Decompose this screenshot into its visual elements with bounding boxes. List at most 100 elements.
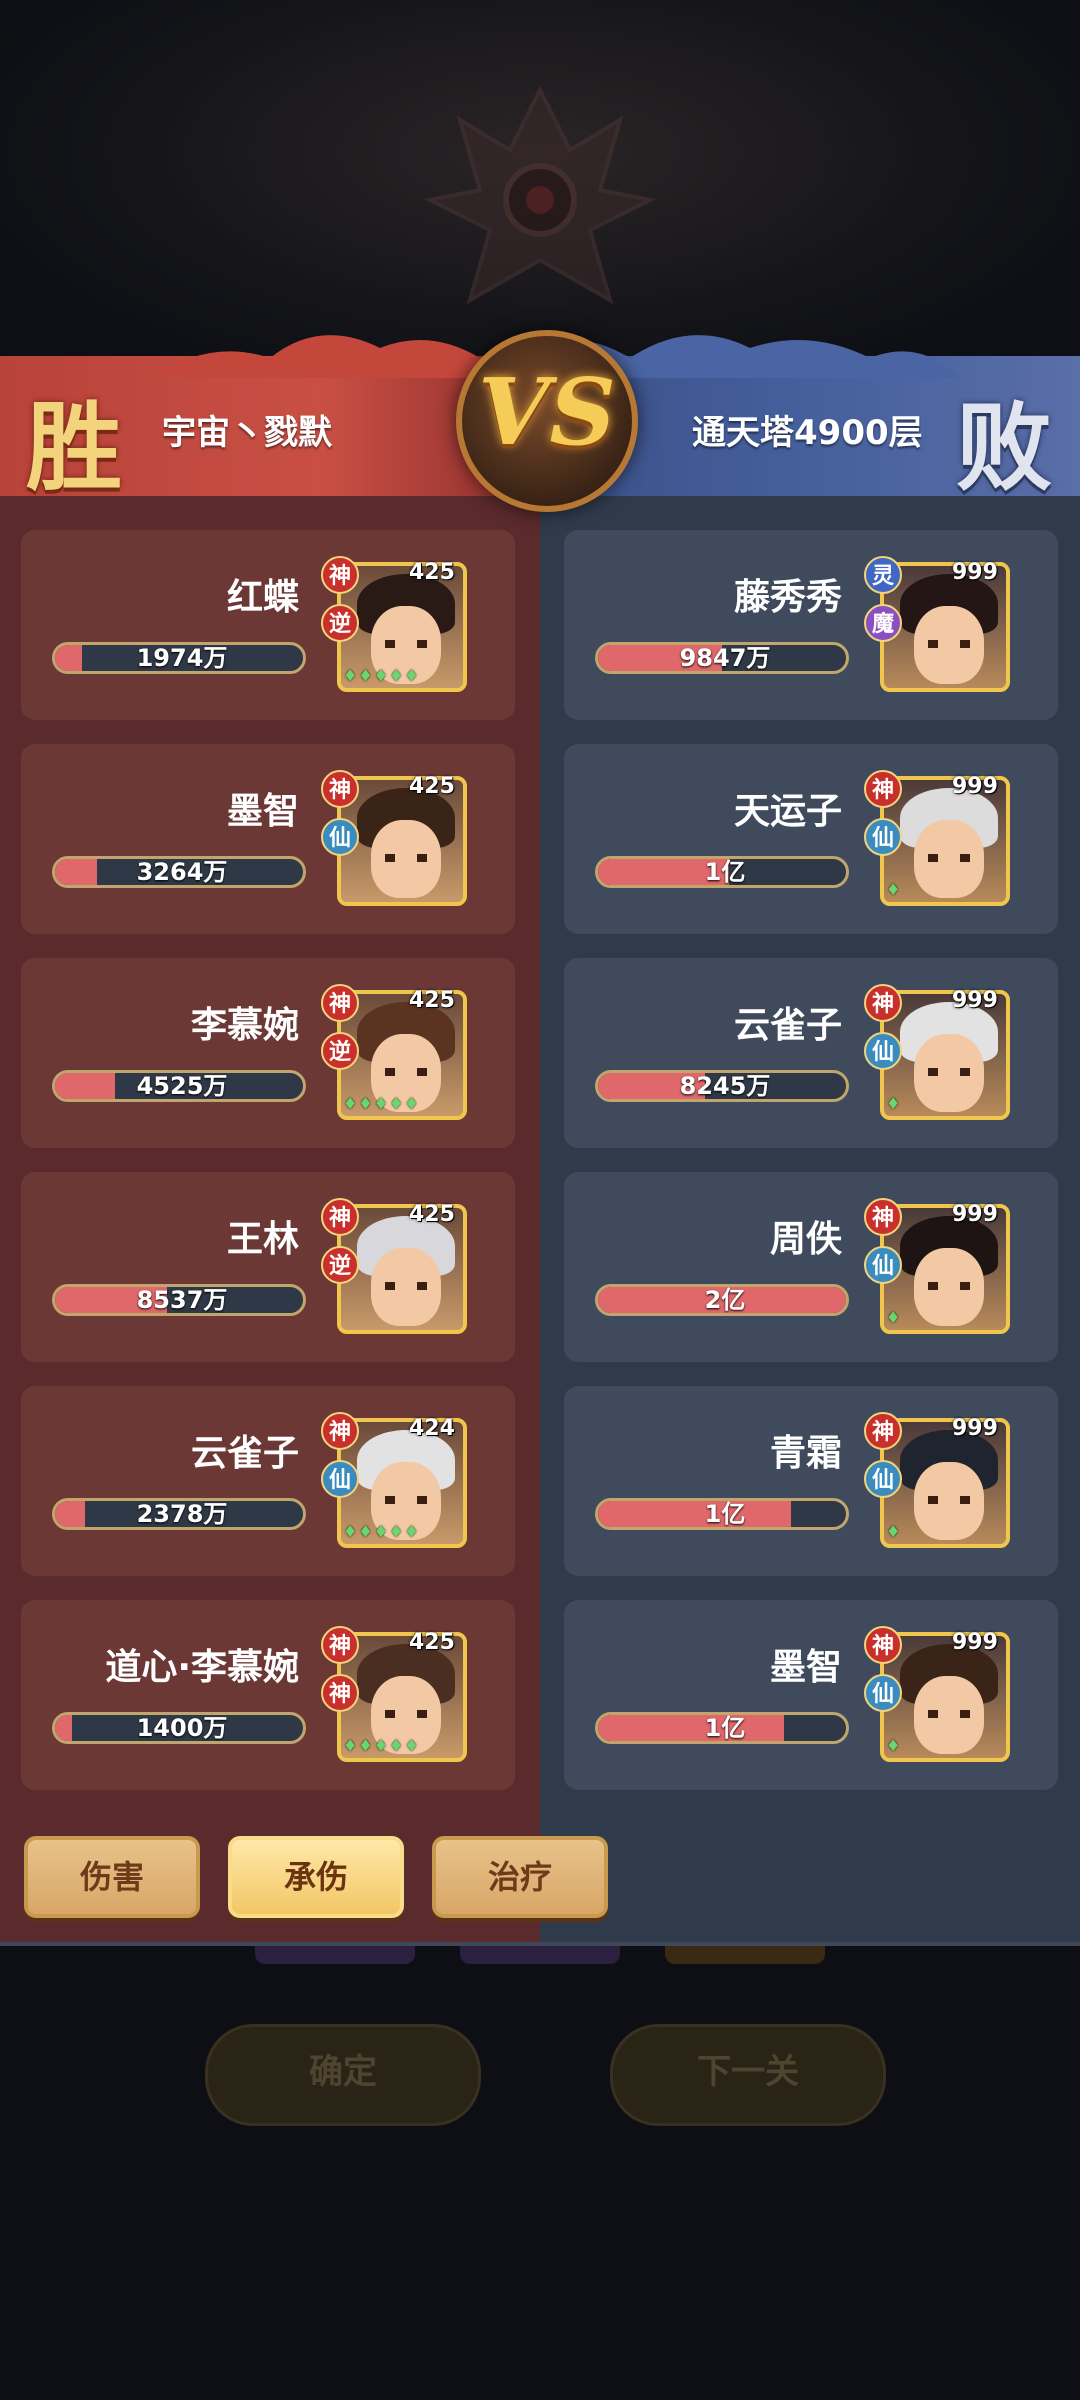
damage-taken-bar: 4525万 [52,1070,306,1102]
star-rating: ♦ [886,880,902,899]
star-rating: ♦ [886,1522,902,1541]
confirm-button[interactable]: 确定 [205,2024,481,2126]
damage-taken-value: 1400万 [136,1714,228,1742]
panel-divider [0,1942,1080,1946]
hero-eyes [385,1496,427,1504]
winner-hero-card: 王林 8537万 神逆 425 [21,1172,515,1362]
damage-taken-bar: 1400万 [52,1712,306,1744]
damage-taken-value: 2亿 [704,1286,746,1314]
hero-name: 周佚 [769,1219,842,1260]
damage-taken-bar: 9847万 [595,642,849,674]
hero-name: 红蝶 [226,577,299,618]
hero-level: 425 [409,1202,455,1227]
damage-taken-bar: 1974万 [52,642,306,674]
loser-hero-card: 青霜 1亿 神仙 999 ♦ [564,1386,1058,1576]
hero-eyes [385,1710,427,1718]
hero-level: 999 [952,1202,998,1227]
winner-hero-card: 云雀子 2378万 神仙 424 ♦♦♦♦♦ [21,1386,515,1576]
hero-eyes [928,1282,970,1290]
hero-level: 424 [409,1416,455,1441]
faction-tag: 逆 [321,604,359,642]
hero-level: 425 [409,774,455,799]
hidden-strip-2 [460,1946,620,1964]
damage-taken-bar: 1亿 [595,1498,849,1530]
hero-level: 999 [952,1630,998,1655]
loser-team-name: 通天塔4900层 [692,413,923,453]
rank-tag: 神 [864,770,902,808]
faction-tag: 仙 [321,818,359,856]
rank-tag: 灵 [864,556,902,594]
damage-taken-value: 1974万 [136,644,228,672]
tab-damage[interactable]: 伤害 [24,1836,200,1918]
faction-tag: 仙 [321,1460,359,1498]
star-rating: ♦ [886,1308,902,1327]
hero-level: 425 [409,560,455,585]
hero-name: 云雀子 [733,1005,842,1046]
damage-taken-bar: 1亿 [595,856,849,888]
winner-team-name: 宇宙丶戮默 [162,413,332,453]
damage-taken-bar: 8245万 [595,1070,849,1102]
faction-tag: 仙 [864,1674,902,1712]
winner-hero-card: 道心·李慕婉 1400万 神神 425 ♦♦♦♦♦ [21,1600,515,1790]
tab-damage-taken[interactable]: 承伤 [228,1836,404,1918]
hero-level: 999 [952,988,998,1013]
damage-taken-value: 8245万 [679,1072,771,1100]
hero-name: 青霜 [769,1433,842,1474]
star-rating: ♦ [886,1094,902,1113]
vs-badge: VS [456,330,638,512]
damage-taken-bar: 2378万 [52,1498,306,1530]
damage-taken-bar: 1亿 [595,1712,849,1744]
tab-healing[interactable]: 治疗 [432,1836,608,1918]
hero-name: 藤秀秀 [733,577,842,618]
loser-hero-card: 天运子 1亿 神仙 999 ♦ [564,744,1058,934]
winner-hero-card: 红蝶 1974万 神逆 425 ♦♦♦♦♦ [21,530,515,720]
faction-tag: 魔 [864,604,902,642]
faction-tag: 仙 [864,1032,902,1070]
damage-taken-value: 3264万 [136,858,228,886]
damage-taken-value: 9847万 [679,644,771,672]
hero-name: 墨智 [226,791,299,832]
hero-eyes [385,854,427,862]
hero-name: 天运子 [733,791,842,832]
hero-level: 425 [409,1630,455,1655]
loser-hero-card: 周佚 2亿 神仙 999 ♦ [564,1172,1058,1362]
hero-eyes [385,1068,427,1076]
hero-level: 999 [952,560,998,585]
rank-tag: 神 [321,1412,359,1450]
rank-tag: 神 [864,984,902,1022]
victory-label: 胜 [26,391,122,504]
damage-taken-value: 4525万 [136,1072,228,1100]
damage-taken-value: 1亿 [704,1500,746,1528]
hero-name: 王林 [226,1219,299,1260]
faction-tag: 逆 [321,1246,359,1284]
damage-taken-value: 1亿 [704,1714,746,1742]
hero-eyes [928,640,970,648]
hero-eyes [928,854,970,862]
hidden-strip-1 [255,1946,415,1964]
star-rating: ♦ [886,1736,902,1755]
damage-taken-bar: 8537万 [52,1284,306,1316]
faction-tag: 仙 [864,818,902,856]
faction-tag: 仙 [864,1460,902,1498]
rank-tag: 神 [321,1198,359,1236]
faction-tag: 逆 [321,1032,359,1070]
damage-taken-bar: 3264万 [52,856,306,888]
hero-level: 999 [952,1416,998,1441]
damage-taken-value: 2378万 [136,1500,228,1528]
damage-taken-value: 8537万 [136,1286,228,1314]
hero-name: 云雀子 [190,1433,299,1474]
vs-text: VS [478,358,616,466]
rank-tag: 神 [864,1198,902,1236]
star-rating: ♦♦♦♦♦ [343,1736,420,1755]
hero-name: 道心·李慕婉 [105,1647,299,1688]
hidden-strip-3 [665,1946,825,1964]
loser-hero-card: 墨智 1亿 神仙 999 ♦ [564,1600,1058,1790]
winner-hero-card: 李慕婉 4525万 神逆 425 ♦♦♦♦♦ [21,958,515,1148]
hero-level: 425 [409,988,455,1013]
rank-tag: 神 [321,770,359,808]
next-level-button[interactable]: 下一关 [610,2024,886,2126]
hero-eyes [385,640,427,648]
hero-eyes [928,1068,970,1076]
winner-hero-card: 墨智 3264万 神仙 425 [21,744,515,934]
hero-eyes [928,1496,970,1504]
